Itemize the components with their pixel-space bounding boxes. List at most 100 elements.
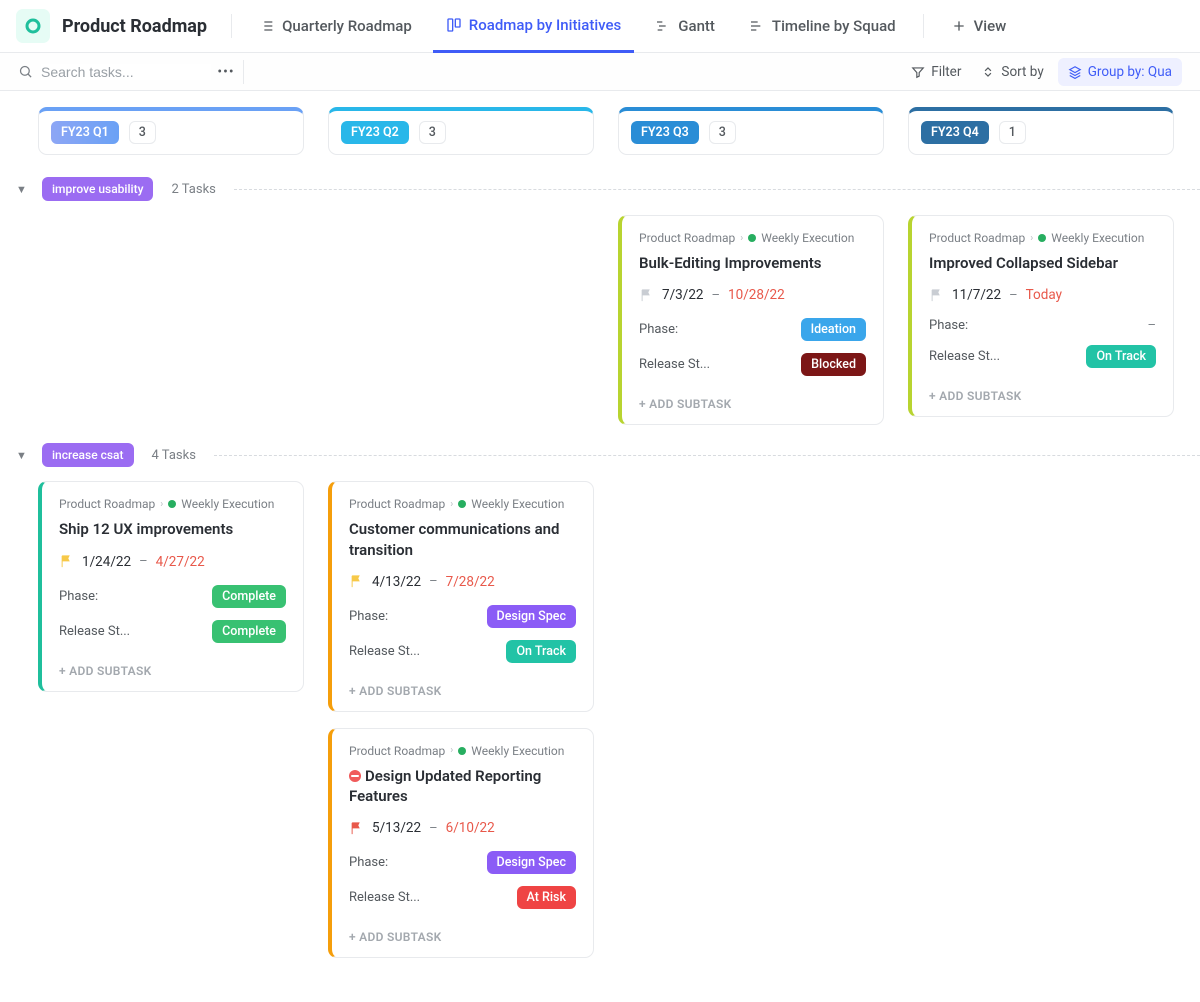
start-date[interactable]: 5/13/22 [372, 820, 421, 836]
breadcrumb: Product Roadmap › Weekly Execution [59, 497, 286, 511]
tab-roadmap-by-initiatives[interactable]: Roadmap by Initiatives [433, 0, 634, 53]
crumb-child[interactable]: Weekly Execution [471, 744, 564, 758]
task-card[interactable]: Product Roadmap › Weekly Execution Design U… [328, 728, 594, 959]
release-status-row: Release St...At Risk [349, 886, 576, 909]
release-status-badge[interactable]: At Risk [517, 886, 576, 909]
release-status-label: Release St... [59, 624, 130, 639]
start-date[interactable]: 1/24/22 [82, 554, 131, 570]
card-column [908, 481, 1174, 958]
search-box[interactable] [18, 64, 211, 80]
column-count: 3 [419, 121, 446, 144]
toolbar: ••• Filter Sort by Group by: Qua [0, 53, 1200, 91]
chevron-right-icon: › [450, 745, 453, 756]
due-date[interactable]: 10/28/22 [728, 287, 785, 303]
phase-badge[interactable]: Ideation [801, 318, 866, 341]
tab-timeline-by-squad[interactable]: Timeline by Squad [736, 0, 909, 53]
group-name-pill[interactable]: improve usability [42, 177, 153, 201]
group-collapse-caret[interactable]: ▼ [16, 183, 30, 196]
date-dash: – [712, 288, 721, 303]
add-subtask-button[interactable]: + ADD SUBTASK [349, 675, 576, 711]
release-status-label: Release St... [929, 349, 1000, 364]
column-header[interactable]: FY23 Q13 [38, 107, 304, 155]
phase-label: Phase: [639, 322, 678, 337]
add-subtask-button[interactable]: + ADD SUBTASK [929, 380, 1156, 416]
filter-button[interactable]: Filter [911, 64, 961, 80]
column-header[interactable]: FY23 Q33 [618, 107, 884, 155]
phase-row: Phase: Ideation [639, 318, 866, 341]
workspace-logo[interactable] [16, 9, 50, 43]
release-status-row: Release St...Blocked [639, 353, 866, 376]
crumb-parent[interactable]: Product Roadmap [349, 744, 445, 758]
chevron-right-icon: › [1030, 233, 1033, 244]
group-by-button[interactable]: Group by: Qua [1058, 58, 1182, 86]
group-divider-line [214, 455, 1200, 456]
task-title[interactable]: Customer communications and tran­sition [349, 519, 576, 560]
card-column [38, 215, 304, 425]
crumb-parent[interactable]: Product Roadmap [59, 497, 155, 511]
priority-flag-icon [639, 288, 654, 303]
column-header[interactable]: FY23 Q41 [908, 107, 1174, 155]
crumb-child[interactable]: Weekly Execution [761, 231, 854, 245]
task-title[interactable]: Ship 12 UX improvements [59, 519, 286, 539]
phase-badge[interactable]: Design Spec [487, 851, 576, 874]
crumb-child[interactable]: Weekly Execution [471, 497, 564, 511]
release-status-badge[interactable]: On Track [1086, 345, 1156, 368]
breadcrumb: Product Roadmap › Weekly Execution [349, 744, 576, 758]
crumb-child[interactable]: Weekly Execution [1051, 231, 1144, 245]
quarter-pill: FY23 Q3 [631, 121, 699, 144]
card-column: Product Roadmap › Weekly Execution Improved… [908, 215, 1174, 425]
quarter-pill: FY23 Q1 [51, 121, 119, 144]
group-task-count: 2 Tasks [171, 182, 215, 197]
circle-icon [24, 17, 42, 35]
phase-row: Phase:Design Spec [349, 605, 576, 628]
status-dot-icon [168, 500, 176, 508]
due-date[interactable]: 6/10/22 [446, 820, 495, 836]
add-view-button[interactable]: View [938, 0, 1020, 53]
release-status-badge[interactable]: Blocked [801, 353, 866, 376]
phase-empty[interactable]: – [1147, 318, 1156, 333]
phase-row: Phase:Design Spec [349, 851, 576, 874]
phase-badge[interactable]: Design Spec [487, 605, 576, 628]
crumb-parent[interactable]: Product Roadmap [929, 231, 1025, 245]
task-title[interactable]: Improved Collapsed Sidebar [929, 253, 1156, 273]
column-header[interactable]: FY23 Q23 [328, 107, 594, 155]
sort-button[interactable]: Sort by [981, 64, 1043, 80]
tab-gantt[interactable]: Gantt [642, 0, 728, 53]
task-card[interactable]: Product Roadmap › Weekly Execution Improved… [908, 215, 1174, 417]
task-card[interactable]: Product Roadmap › Weekly Execution Ship 12 … [38, 481, 304, 691]
date-row: 11/7/22–Today [929, 287, 1156, 303]
crumb-parent[interactable]: Product Roadmap [639, 231, 735, 245]
task-title[interactable]: Design Updated Reporting Features [349, 766, 576, 807]
add-subtask-button[interactable]: + ADD SUBTASK [349, 921, 576, 957]
gantt-icon [655, 18, 671, 34]
task-card[interactable]: Product Roadmap›Weekly Execution Bulk-Edi… [618, 215, 884, 425]
release-status-badge[interactable]: Complete [212, 620, 286, 643]
start-date[interactable]: 7/3/22 [662, 287, 704, 303]
tab-quarterly-roadmap[interactable]: Quarterly Roadmap [246, 0, 425, 53]
add-subtask-button[interactable]: + ADD SUBTASK [639, 388, 866, 424]
task-card[interactable]: Product Roadmap›Weekly ExecutionCustomer… [328, 481, 594, 712]
due-date[interactable]: Today [1026, 287, 1062, 303]
crumb-parent[interactable]: Product Roadmap [349, 497, 445, 511]
group-name-pill[interactable]: increase csat [42, 443, 134, 467]
search-input[interactable] [41, 64, 211, 80]
blocked-icon [349, 770, 361, 782]
column-count: 1 [999, 121, 1026, 144]
breadcrumb: Product Roadmap › Weekly Execution [929, 231, 1156, 245]
release-status-badge[interactable]: On Track [506, 640, 576, 663]
task-title[interactable]: Bulk-Editing Improvements [639, 253, 866, 273]
start-date[interactable]: 11/7/22 [952, 287, 1001, 303]
breadcrumb: Product Roadmap›Weekly Execution [639, 231, 866, 245]
phase-badge[interactable]: Complete [212, 585, 286, 608]
group-collapse-caret[interactable]: ▼ [16, 449, 30, 462]
chevron-right-icon: › [160, 499, 163, 510]
page-title: Product Roadmap [62, 16, 207, 37]
group-task-count: 4 Tasks [152, 448, 196, 463]
crumb-child[interactable]: Weekly Execution [181, 497, 274, 511]
add-subtask-button[interactable]: + ADD SUBTASK [59, 655, 286, 691]
start-date[interactable]: 4/13/22 [372, 574, 421, 590]
more-options-button[interactable]: ••• [215, 64, 237, 80]
due-date[interactable]: 7/28/22 [446, 574, 495, 590]
divider [243, 60, 244, 84]
due-date[interactable]: 4/27/22 [156, 554, 205, 570]
